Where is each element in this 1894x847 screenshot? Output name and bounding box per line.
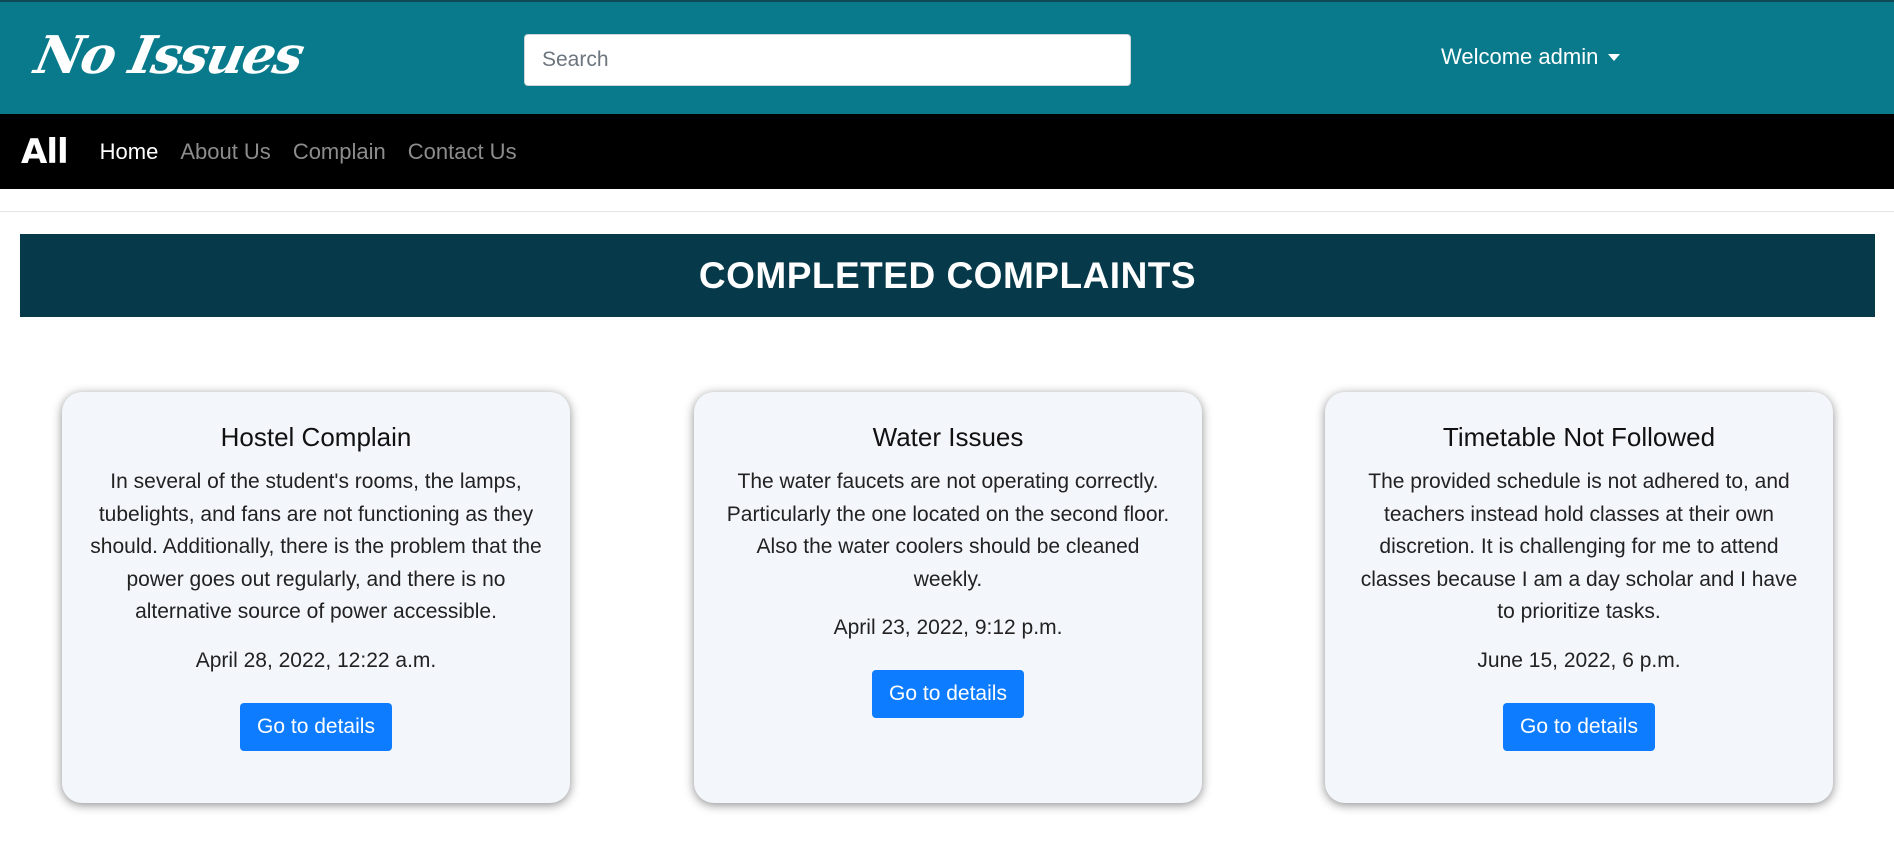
page-title: COMPLETED COMPLAINTS bbox=[698, 254, 1197, 296]
go-to-details-button[interactable]: Go to details bbox=[1503, 702, 1655, 751]
complaint-card: Hostel Complain In several of the studen… bbox=[62, 392, 570, 803]
card-description: The provided schedule is not adhered to,… bbox=[1360, 470, 1798, 623]
card-title: Timetable Not Followed bbox=[1442, 422, 1716, 452]
site-logo[interactable]: No Issues bbox=[28, 20, 309, 92]
card-title: Hostel Complain bbox=[220, 422, 412, 452]
caret-down-icon bbox=[1608, 53, 1621, 61]
card-date: June 15, 2022, 6 p.m. bbox=[1477, 648, 1681, 672]
complaint-card: Timetable Not Followed The provided sche… bbox=[1325, 392, 1833, 803]
card-title: Water Issues bbox=[872, 422, 1024, 452]
page-banner: COMPLETED COMPLAINTS bbox=[20, 234, 1875, 317]
top-header: No Issues Welcome admin bbox=[0, 0, 1894, 114]
welcome-label: Welcome admin bbox=[1441, 44, 1599, 69]
card-date: April 28, 2022, 12:22 a.m. bbox=[195, 648, 437, 672]
go-to-details-button[interactable]: Go to details bbox=[240, 702, 392, 751]
search-input[interactable] bbox=[524, 34, 1131, 86]
go-to-details-button[interactable]: Go to details bbox=[872, 670, 1024, 718]
section-divider bbox=[0, 211, 1894, 212]
nav-home[interactable]: Home bbox=[100, 139, 159, 165]
main-navbar: All Home About Us Complain Contact Us bbox=[0, 114, 1894, 189]
complaint-card: Water Issues The water faucets are not o… bbox=[694, 392, 1202, 803]
nav-about-us[interactable]: About Us bbox=[180, 139, 271, 165]
card-description: The water faucets are not operating corr… bbox=[726, 470, 1170, 591]
user-menu-dropdown[interactable]: Welcome admin bbox=[1441, 44, 1621, 70]
nav-complain[interactable]: Complain bbox=[293, 139, 386, 165]
navbar-brand[interactable]: All bbox=[21, 132, 69, 172]
card-description: In several of the student's rooms, the l… bbox=[90, 470, 542, 623]
nav-contact-us[interactable]: Contact Us bbox=[408, 139, 517, 165]
card-date: April 23, 2022, 9:12 p.m. bbox=[833, 616, 1063, 639]
